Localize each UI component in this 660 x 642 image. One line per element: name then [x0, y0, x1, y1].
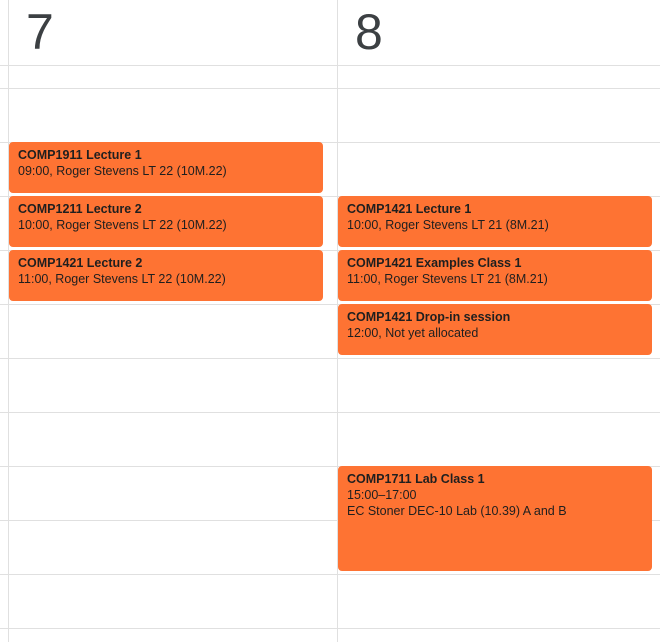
grid-line	[0, 574, 660, 575]
calendar-week-view: 7 8 COMP1911 Lecture 1 09:00, Roger Stev…	[0, 0, 660, 642]
day-number[interactable]: 8	[355, 4, 383, 60]
event-time: 15:00–17:00	[347, 488, 417, 502]
event-title: COMP1711 Lab Class 1	[347, 472, 485, 486]
grid-line	[0, 358, 660, 359]
event-comp1911-lecture-1[interactable]: COMP1911 Lecture 1 09:00, Roger Stevens …	[9, 142, 323, 193]
event-title: COMP1911 Lecture 1	[18, 148, 142, 162]
event-details: 11:00, Roger Stevens LT 21 (8M.21)	[347, 272, 548, 286]
event-details: 10:00, Roger Stevens LT 21 (8M.21)	[347, 218, 549, 232]
grid-line	[0, 628, 660, 629]
event-comp1421-examples-class-1[interactable]: COMP1421 Examples Class 1 11:00, Roger S…	[338, 250, 652, 301]
event-comp1711-lab-class-1[interactable]: COMP1711 Lab Class 1 15:00–17:00 EC Ston…	[338, 466, 652, 571]
event-title: COMP1421 Examples Class 1	[347, 256, 522, 270]
day-number[interactable]: 7	[26, 4, 54, 60]
event-title: COMP1211 Lecture 2	[18, 202, 142, 216]
event-title: COMP1421 Lecture 1	[347, 202, 472, 216]
event-title: COMP1421 Drop-in session	[347, 310, 511, 324]
event-details: 11:00, Roger Stevens LT 22 (10M.22)	[18, 272, 226, 286]
event-comp1211-lecture-2[interactable]: COMP1211 Lecture 2 10:00, Roger Stevens …	[9, 196, 323, 247]
grid-line	[0, 88, 660, 89]
event-details: 09:00, Roger Stevens LT 22 (10M.22)	[18, 164, 227, 178]
event-details: 12:00, Not yet allocated	[347, 326, 479, 340]
grid-line	[0, 412, 660, 413]
event-title: COMP1421 Lecture 2	[18, 256, 143, 270]
event-details: 10:00, Roger Stevens LT 22 (10M.22)	[18, 218, 227, 232]
event-comp1421-lecture-2[interactable]: COMP1421 Lecture 2 11:00, Roger Stevens …	[9, 250, 323, 301]
event-comp1421-lecture-1[interactable]: COMP1421 Lecture 1 10:00, Roger Stevens …	[338, 196, 652, 247]
day-header-7: 7	[8, 0, 337, 66]
grid-line	[8, 0, 9, 642]
day-header-8: 8	[337, 0, 660, 66]
event-comp1421-drop-in-session[interactable]: COMP1421 Drop-in session 12:00, Not yet …	[338, 304, 652, 355]
event-location: EC Stoner DEC-10 Lab (10.39) A and B	[347, 504, 567, 518]
